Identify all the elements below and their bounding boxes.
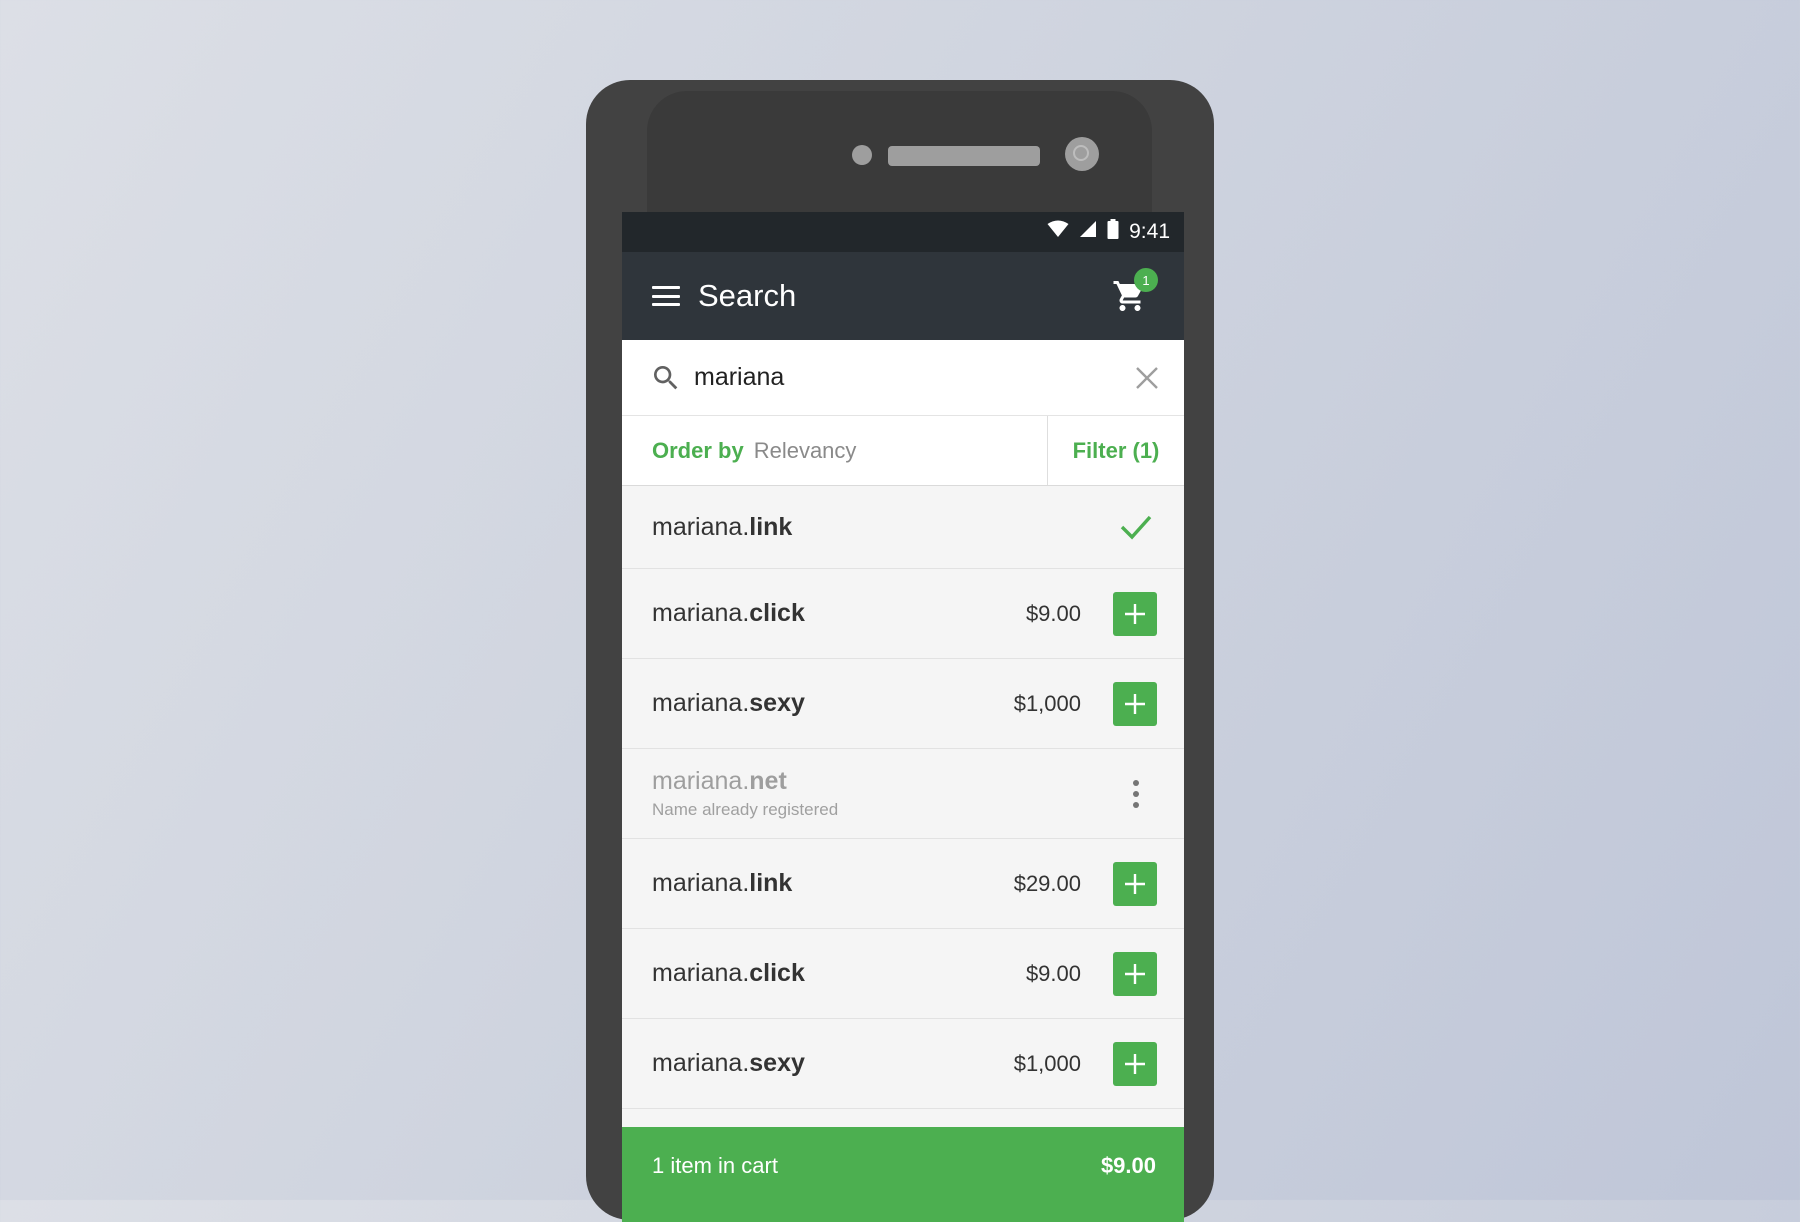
status-bar: 9:41 <box>622 212 1184 252</box>
phone-frame: 9:41 Search 1 Order by Relevancy Fil <box>586 80 1214 1222</box>
domain-price: $9.00 <box>1025 600 1081 626</box>
battery-icon <box>1107 219 1119 245</box>
sort-filter-bar: Order by Relevancy Filter (1) <box>622 416 1184 486</box>
domain-name: mariana.sexy <box>652 689 805 717</box>
sensor-dot <box>852 145 872 165</box>
domain-price: $9.00 <box>1025 960 1081 986</box>
list-item[interactable]: mariana.net Name already registered <box>622 749 1184 839</box>
list-item[interactable]: mariana.click $9.00 <box>622 929 1184 1019</box>
list-item[interactable]: mariana.sexy $1,000 <box>622 1019 1184 1109</box>
search-bar <box>622 340 1184 416</box>
cart-count-badge: 1 <box>1134 268 1158 292</box>
add-to-cart-button[interactable] <box>1113 861 1157 906</box>
front-camera <box>1065 137 1099 171</box>
cart-summary-bar[interactable]: 1 item in cart $9.00 <box>622 1127 1184 1222</box>
list-item[interactable]: mariana.link $29.00 <box>622 839 1184 929</box>
cart-summary-text: 1 item in cart <box>652 1153 778 1178</box>
domain-price: $29.00 <box>1013 870 1081 896</box>
order-by-button[interactable]: Order by Relevancy <box>622 416 1047 485</box>
menu-icon[interactable] <box>652 286 680 306</box>
cart-total: $9.00 <box>1100 1153 1156 1178</box>
status-time: 9:41 <box>1129 220 1170 243</box>
domain-name: mariana.sexy <box>652 1049 805 1077</box>
domain-info: mariana.net Name already registered <box>652 767 838 820</box>
list-item[interactable]: mariana.sexy $1,000 <box>622 659 1184 749</box>
domain-name: mariana.link <box>652 512 793 541</box>
plus-icon <box>1125 873 1145 894</box>
add-to-cart-button[interactable] <box>1113 1041 1157 1086</box>
earpiece-speaker <box>888 146 1040 166</box>
plus-icon <box>1125 963 1145 984</box>
domain-name: mariana.net <box>652 767 787 795</box>
app-bar: Search 1 <box>622 252 1184 340</box>
add-to-cart-button[interactable] <box>1113 591 1157 636</box>
list-item[interactable]: mariana.link <box>622 486 1184 569</box>
domain-price: $1,000 <box>1013 1050 1081 1076</box>
wifi-icon <box>1047 220 1069 244</box>
plus-icon <box>1125 1053 1145 1074</box>
check-icon <box>1118 509 1154 545</box>
search-input[interactable] <box>692 362 1096 393</box>
plus-icon <box>1125 693 1145 714</box>
more-options-icon[interactable] <box>1132 779 1140 808</box>
add-to-cart-button[interactable] <box>1113 951 1157 996</box>
filter-button[interactable]: Filter (1) <box>1047 416 1184 485</box>
signal-icon <box>1079 220 1097 244</box>
domain-name: mariana.click <box>652 599 805 627</box>
plus-icon <box>1125 603 1145 624</box>
clear-search-icon[interactable] <box>1134 365 1160 391</box>
order-by-value: Relevancy <box>753 437 857 463</box>
phone-screen: 9:41 Search 1 Order by Relevancy Fil <box>622 212 1184 1222</box>
domain-status-note: Name already registered <box>652 800 839 819</box>
page-title: Search <box>698 278 797 313</box>
domain-name: mariana.link <box>652 869 793 897</box>
domain-price: $1,000 <box>1013 690 1081 716</box>
list-item[interactable]: mariana.click $9.00 <box>622 569 1184 659</box>
domain-name: mariana.click <box>652 959 805 987</box>
search-icon <box>650 362 682 394</box>
add-to-cart-button[interactable] <box>1113 681 1157 726</box>
order-by-label: Order by <box>652 437 744 463</box>
